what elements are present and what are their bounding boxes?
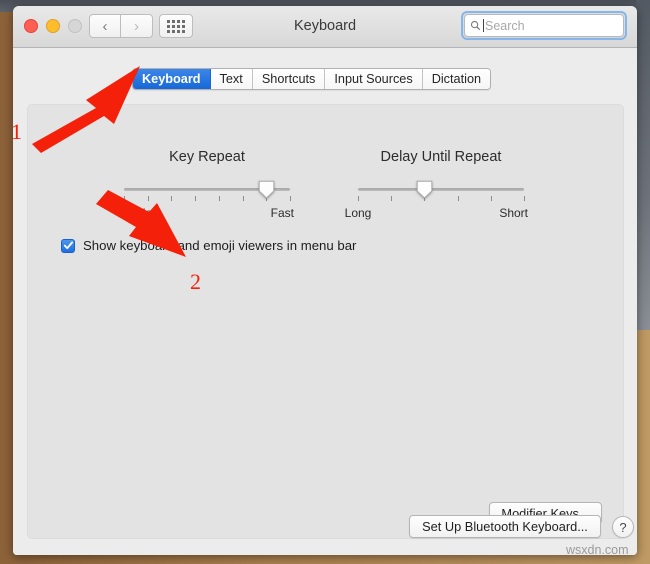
slider-tick [147, 196, 149, 201]
slider-tick [242, 196, 244, 201]
show-viewers-checkbox[interactable] [61, 238, 75, 253]
slider-tick [218, 196, 220, 201]
screenshot-root: ‹ › Keyboard Search Keyboard Text Shortc… [0, 0, 650, 564]
slider-tick-label: Slow [134, 206, 161, 220]
key-repeat-group: Key Repeat Off Slow Fast [116, 149, 294, 222]
slider-tick [457, 196, 459, 201]
key-repeat-label: Key Repeat [169, 149, 245, 165]
delay-until-repeat-slider[interactable] [358, 180, 525, 201]
slider-thumb[interactable] [416, 180, 433, 199]
window-titlebar: ‹ › Keyboard Search [13, 6, 637, 48]
delay-until-repeat-group: Delay Until Repeat Long Short [345, 149, 528, 222]
slider-tick-label: Fast [270, 206, 294, 220]
window-body: Keyboard Text Shortcuts Input Sources Di… [13, 48, 637, 555]
key-repeat-slider[interactable] [124, 180, 291, 201]
watermark: wsxdn.com [566, 543, 629, 557]
search-field-wrapper: Search [461, 11, 627, 40]
preference-tabs: Keyboard Text Shortcuts Input Sources Di… [132, 68, 492, 90]
set-up-bluetooth-keyboard-button[interactable]: Set Up Bluetooth Keyboard... [409, 515, 601, 538]
desktop-background-right [636, 0, 650, 330]
slider-tick [391, 196, 393, 201]
text-caret [483, 19, 484, 32]
annotation-number-2: 2 [190, 269, 201, 294]
show-viewers-row[interactable]: Show keyboard and emoji viewers in menu … [61, 238, 356, 253]
keyboard-settings-panel: Key Repeat Off Slow Fast Delay Until Repea… [27, 104, 624, 539]
tab-input-sources[interactable]: Input Sources [325, 69, 423, 89]
search-icon [470, 20, 481, 31]
slider-tick-label: Long [344, 206, 372, 220]
slider-ticks [358, 196, 525, 202]
slider-thumb[interactable] [258, 180, 275, 199]
slider-tick [195, 196, 197, 201]
slider-tick [171, 196, 173, 201]
tab-shortcuts[interactable]: Shortcuts [252, 69, 326, 89]
annotation-number-1: 1 [11, 119, 22, 144]
slider-tick [124, 196, 125, 201]
tab-keyboard[interactable]: Keyboard [133, 69, 211, 89]
delay-until-repeat-label: Delay Until Repeat [380, 149, 502, 165]
slider-tick-label: Short [499, 206, 528, 220]
show-viewers-label: Show keyboard and emoji viewers in menu … [83, 238, 357, 253]
slider-tick-label: Off [116, 206, 132, 220]
keyboard-preferences-window: ‹ › Keyboard Search Keyboard Text Shortc… [13, 6, 637, 555]
help-button[interactable]: ? [612, 516, 634, 538]
slider-tick [524, 196, 525, 201]
slider-tick [290, 196, 291, 201]
delay-until-repeat-tick-labels: Long Short [345, 206, 528, 222]
slider-tick [358, 196, 359, 201]
key-repeat-tick-labels: Off Slow Fast [116, 206, 294, 222]
search-input[interactable]: Search [464, 14, 624, 37]
checkmark-icon [63, 241, 73, 250]
tab-dictation[interactable]: Dictation [422, 69, 491, 89]
search-placeholder: Search [485, 18, 525, 33]
tab-text[interactable]: Text [210, 69, 253, 89]
slider-track [358, 188, 524, 191]
slider-tick [490, 196, 492, 201]
